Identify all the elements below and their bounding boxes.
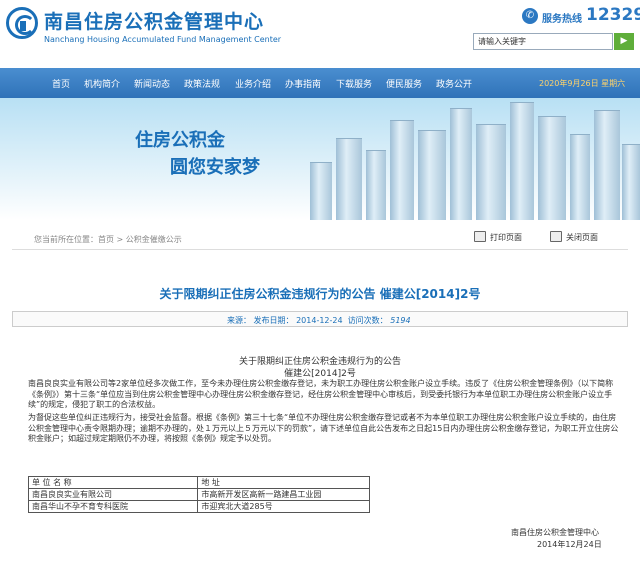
banner-building [310,162,332,220]
banner-building [570,134,590,220]
nav-item-public[interactable]: 政务公开 [436,77,472,90]
meta-source-label: 来源： [227,316,251,325]
banner-building [476,124,506,220]
banner-building [366,150,386,220]
nav-item-download[interactable]: 下载服务 [336,77,372,90]
article-meta-text: 来源： 发布日期： 2014-12-24 访问次数： 5194 [227,315,411,326]
print-icon[interactable] [474,231,486,242]
breadcrumb[interactable]: 您当前所在位置：首页 > 公积金催缴公示 [34,234,182,245]
nav-item-news[interactable]: 新闻动态 [134,77,170,90]
nav-item-home[interactable]: 首页 [52,77,70,90]
document-number: 催建公[2014]2号 [284,369,356,379]
hotline-number: 12329 [586,5,640,25]
banner-slogan-line2: 圆您安家梦 [170,157,260,178]
table-header-address: 地 址 [197,476,370,489]
nav-item-about[interactable]: 机构简介 [84,77,120,90]
nav-item-policy[interactable]: 政策法规 [184,77,220,90]
hotline-label: 服务热线 [542,14,582,25]
article-paragraph: 南昌良良实业有限公司等2家单位经多次做工作，至今未办理住房公积金缴存登记，未为职… [28,379,614,409]
table-header-row: 单 位 名 称 地 址 [27,476,370,489]
site-header: 南昌住房公积金管理中心 Nanchang Housing Accumulated… [0,0,640,68]
banner-slogan-line1: 住房公积金 [135,130,225,151]
article-meta: 来源： 发布日期： 2014-12-24 访问次数： 5194 [12,311,628,327]
logo-icon[interactable] [6,7,38,39]
company-table: 单 位 名 称 地 址 南昌良良实业有限公司 市高新开发区高新一路建昌工业园 南… [27,476,370,513]
banner-building [622,144,640,220]
table-cell-name: 南昌华山不孕不育专科医院 [27,500,199,513]
nav-item-business[interactable]: 业务介绍 [235,77,271,90]
banner-building [510,102,534,220]
meta-hits: 5194 [390,316,411,325]
article-title: 关于限期纠正住房公积金违规行为的公告 催建公[2014]2号 [159,287,481,301]
banner: 住房公积金 圆您安家梦 [0,98,640,220]
banner-building [390,120,414,220]
table-cell-address: 市迎宾北大道285号 [197,500,370,513]
article-paragraph: 为督促这些单位纠正违规行为，接受社会监督。根据《条例》第三十七条“单位不办理住房… [28,413,619,443]
print-page-link[interactable]: 打印页面 [490,232,522,243]
phone-icon: ✆ [522,8,538,24]
close-page-link[interactable]: 关闭页面 [566,232,598,243]
meta-date: 发布日期： 2014-12-24 [253,316,343,325]
table-header-name: 单 位 名 称 [27,476,199,489]
signature-org: 南昌住房公积金管理中心 [511,528,599,537]
signature-date: 2014年12月24日 [537,540,602,549]
breadcrumb-bar: 您当前所在位置：首页 > 公积金催缴公示 打印页面 关闭页面 [12,224,628,250]
banner-building [336,138,362,220]
site-title[interactable]: 南昌住房公积金管理中心 [44,7,264,34]
table-cell-name: 南昌良良实业有限公司 [27,488,199,501]
banner-building [594,110,620,220]
nav-item-guide[interactable]: 办事指南 [285,77,321,90]
banner-building [418,130,446,220]
banner-building [450,108,472,220]
meta-hits-label: 访问次数： [347,316,388,325]
close-icon[interactable] [550,231,562,242]
search-input[interactable] [473,33,613,50]
table-row: 南昌良良实业有限公司 市高新开发区高新一路建昌工业园 [27,488,370,501]
site-subtitle: Nanchang Housing Accumulated Fund Manage… [44,35,282,44]
current-date: 2020年9月26日 星期六 [539,79,626,88]
banner-building [538,116,566,220]
nav-item-convenience[interactable]: 便民服务 [386,77,422,90]
main-nav: 首页 机构简介 新闻动态 政策法规 业务介绍 办事指南 下载服务 便民服务 政务… [0,68,640,98]
search-button[interactable]: ▶ [614,33,634,50]
table-cell-address: 市高新开发区高新一路建昌工业园 [197,488,370,501]
table-row: 南昌华山不孕不育专科医院 市迎宾北大道285号 [27,500,370,513]
